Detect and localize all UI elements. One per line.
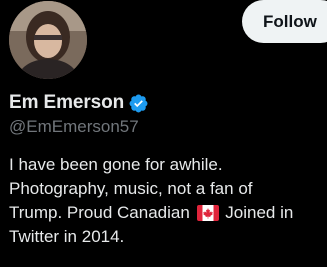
bio-line-2: Photography, music, not a fan of [9,179,253,198]
bio-line-1: I have been gone for awhile. [9,155,223,174]
bio-line-3-end: Joined in [225,203,294,222]
user-handle: @EmEmerson57 [9,117,139,136]
avatar[interactable] [9,1,87,79]
follow-button[interactable]: Follow [242,0,327,43]
profile-photo-icon [9,1,87,79]
bio: I have been gone for awhile. Photography… [9,153,321,249]
verified-badge-icon [128,93,149,114]
bio-line-4: Twitter in 2014. [9,227,125,246]
profile-card: Follow Em Emerson @EmEmerson57 I have be… [0,0,327,267]
name-row: Em Emerson [9,91,149,115]
canada-flag-icon [196,205,219,221]
bio-line-3-start: Trump. Proud Canadian [9,203,190,222]
display-name: Em Emerson [9,92,125,113]
bio-line-3: Trump. Proud Canadian Joined in [9,201,321,225]
